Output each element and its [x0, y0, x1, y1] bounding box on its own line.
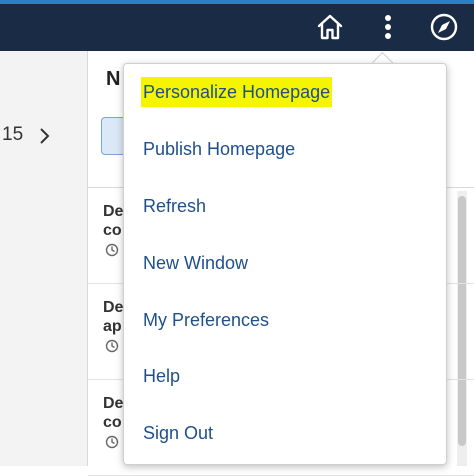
menu-item-refresh[interactable]: Refresh [141, 191, 208, 221]
menu-item-personalize-homepage[interactable]: Personalize Homepage [141, 77, 333, 107]
clock-icon [105, 243, 119, 257]
clock-icon [105, 339, 119, 353]
actions-dropdown-menu: Personalize Homepage Publish Homepage Re… [123, 63, 447, 465]
chevron-right-icon[interactable] [37, 124, 53, 148]
list-item-title: De co [103, 395, 124, 431]
navigator-button[interactable] [427, 10, 461, 44]
clock-icon [105, 435, 119, 449]
menu-item-publish-homepage[interactable]: Publish Homepage [141, 134, 297, 164]
page-count: 15 [2, 124, 24, 145]
list-item-title: De co [103, 203, 124, 239]
menu-item-sign-out[interactable]: Sign Out [141, 418, 215, 448]
compass-icon [430, 13, 458, 41]
menu-item-help[interactable]: Help [141, 361, 182, 391]
topbar-accent-line [0, 0, 474, 4]
menu-item-my-preferences[interactable]: My Preferences [141, 305, 271, 335]
more-vertical-icon [385, 15, 391, 39]
list-item-title: De ap [103, 299, 124, 335]
actions-menu-button[interactable] [371, 10, 405, 44]
home-icon [317, 14, 343, 40]
home-button[interactable] [313, 10, 347, 44]
left-panel: 15 [0, 51, 88, 466]
content-title: N [106, 68, 121, 90]
top-navigation-bar [0, 0, 474, 51]
menu-item-new-window[interactable]: New Window [141, 248, 250, 278]
